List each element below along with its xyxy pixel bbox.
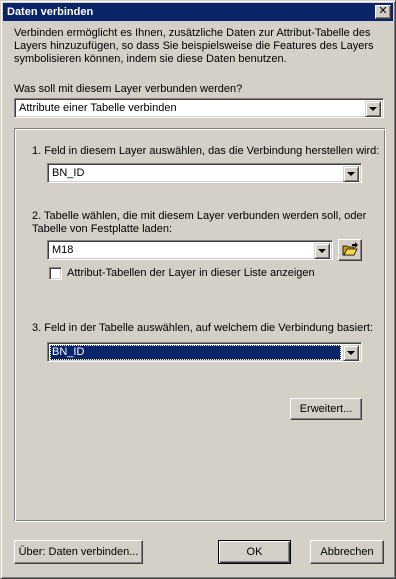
show-layer-tables-label: Attribut-Tabellen der Layer in dieser Li…: [67, 267, 315, 279]
browse-table-button[interactable]: [338, 239, 362, 261]
join-type-question: Was soll mit diesem Layer verbunden werd…: [14, 83, 243, 95]
join-type-value: Attribute einer Tabelle verbinden: [19, 102, 177, 114]
ok-button[interactable]: OK: [218, 540, 291, 564]
layer-field-value: BN_ID: [52, 167, 85, 179]
chevron-down-icon[interactable]: [343, 345, 359, 361]
table-field-value: BN_ID: [50, 345, 341, 360]
intro-text: Verbinden ermöglicht es Ihnen, zusätzlic…: [14, 27, 374, 65]
step1-label: 1. Feld in diesem Layer auswählen, das d…: [32, 145, 380, 157]
join-type-dropdown[interactable]: Attribute einer Tabelle verbinden: [14, 98, 384, 118]
about-button[interactable]: Über: Daten verbinden...: [14, 540, 143, 564]
step3-label: 3. Feld in der Tabelle auswählen, auf we…: [32, 322, 374, 334]
show-layer-tables-checkbox[interactable]: [49, 267, 62, 280]
step2-label-line1: 2. Tabelle wählen, die mit diesem Layer …: [32, 210, 367, 222]
join-table-value: M18: [52, 244, 74, 256]
step2-label-line2: Tabelle von Festplatte laden:: [32, 223, 173, 235]
chevron-down-icon[interactable]: [343, 166, 359, 182]
chevron-down-icon[interactable]: [365, 101, 381, 117]
chevron-down-icon[interactable]: [314, 243, 330, 259]
close-icon: ✕: [378, 5, 388, 17]
title-bar[interactable]: Daten verbinden ✕: [3, 3, 393, 21]
table-field-dropdown[interactable]: BN_ID: [47, 342, 362, 362]
cancel-button[interactable]: Abbrechen: [310, 540, 384, 564]
close-button[interactable]: ✕: [375, 5, 391, 19]
advanced-button[interactable]: Erweitert...: [290, 398, 362, 420]
open-folder-icon: [342, 242, 358, 256]
dialog-title: Daten verbinden: [7, 6, 94, 18]
layer-field-dropdown[interactable]: BN_ID: [47, 163, 362, 183]
join-table-dropdown[interactable]: M18: [47, 240, 333, 260]
join-data-dialog: Daten verbinden ✕ Verbinden ermöglicht e…: [0, 0, 396, 579]
